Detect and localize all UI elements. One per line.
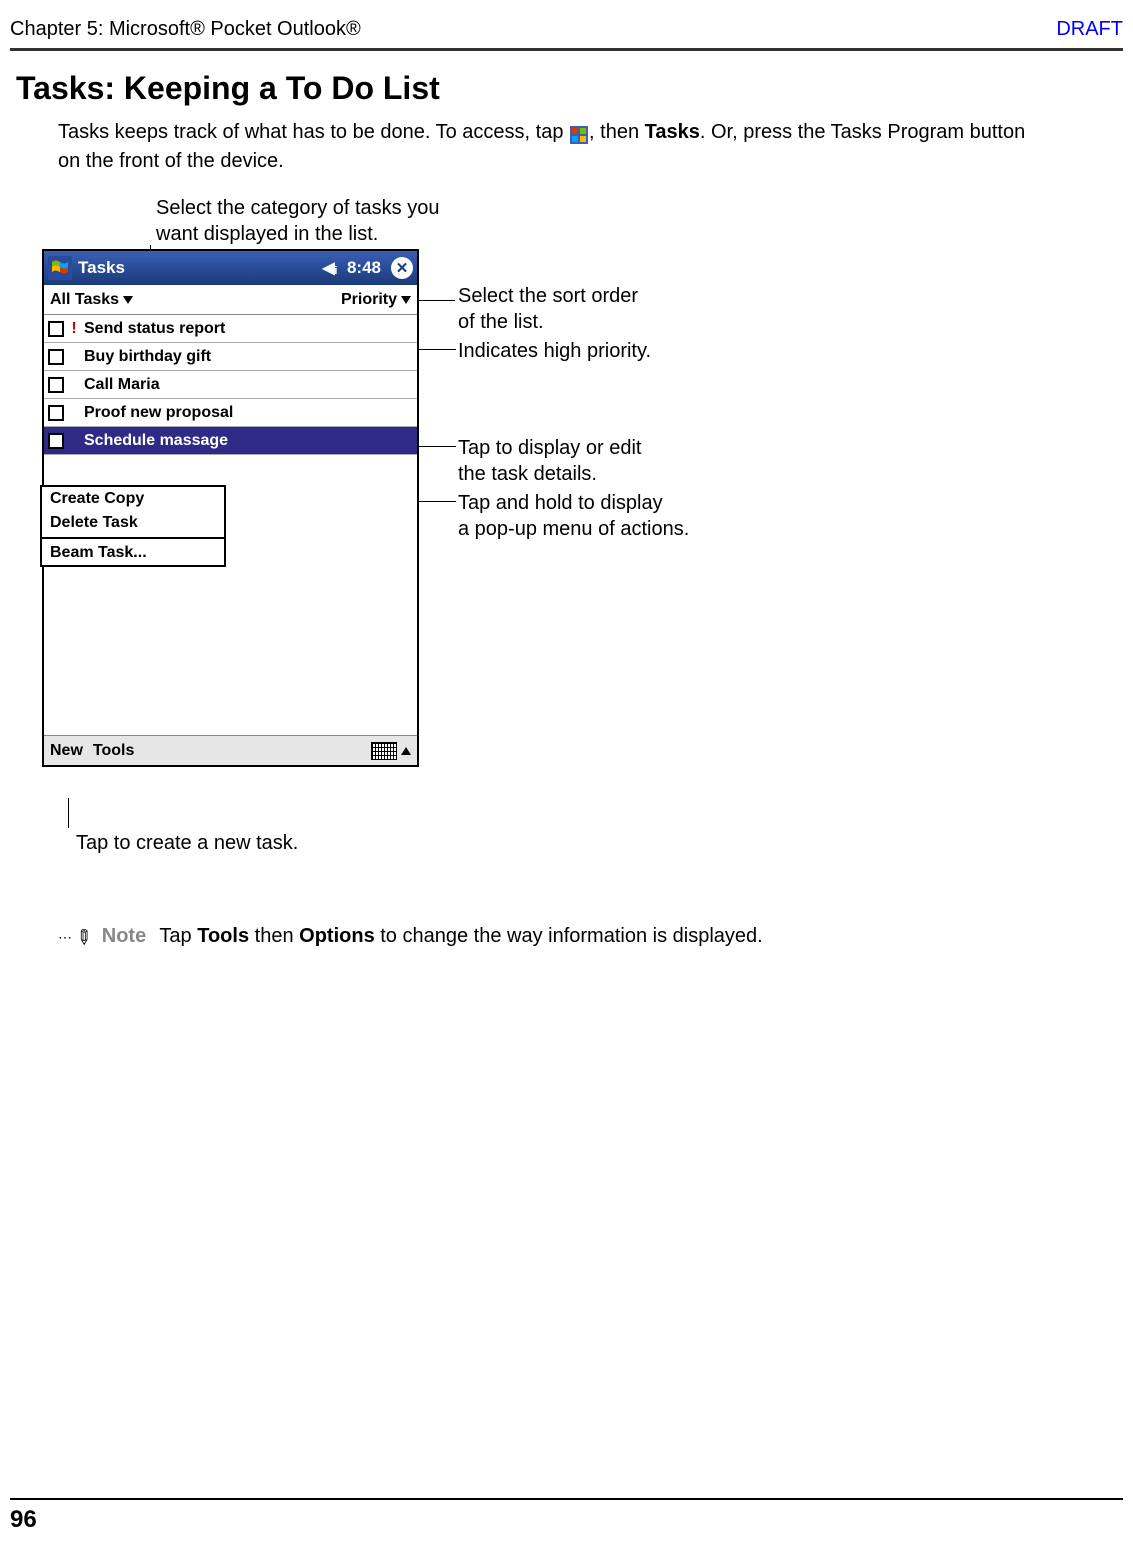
filter-bar: All Tasks Priority <box>44 285 417 315</box>
chapter-text: Chapter 5: Microsoft® Pocket Outlook® <box>10 18 361 40</box>
checkbox[interactable] <box>48 433 64 449</box>
callout-edit-l2: the task details. <box>458 463 597 485</box>
task-row[interactable]: ! Send status report <box>44 315 417 343</box>
start-flag-icon[interactable] <box>48 256 72 280</box>
tools-button[interactable]: Tools <box>93 742 134 760</box>
context-create-copy[interactable]: Create Copy <box>42 487 224 511</box>
note-options-bold: Options <box>299 925 375 947</box>
context-beam-task[interactable]: Beam Task... <box>42 541 224 565</box>
callout-sort-l2: of the list. <box>458 311 544 333</box>
callout-category: Select the category of tasks you want di… <box>156 195 446 247</box>
task-row[interactable]: Proof new proposal <box>44 399 417 427</box>
chevron-down-icon <box>401 296 411 304</box>
callout-line <box>68 798 69 828</box>
note-text-3: to change the way information is display… <box>375 925 763 947</box>
device-titlebar: Tasks ◀ᵢ 8:48 ✕ <box>44 251 417 285</box>
callout-sort: Select the sort order of the list. <box>458 283 638 335</box>
sort-filter-label: Priority <box>341 291 397 309</box>
app-title: Tasks <box>78 258 125 278</box>
task-row[interactable]: Buy birthday gift <box>44 343 417 371</box>
callout-popup-l1: Tap and hold to display <box>458 492 663 514</box>
task-label: Buy birthday gift <box>84 348 211 366</box>
category-filter-label: All Tasks <box>50 291 119 309</box>
checkbox[interactable] <box>48 405 64 421</box>
task-list: ! Send status report Buy birthday gift C… <box>44 315 417 735</box>
start-menu-icon <box>570 124 588 142</box>
close-icon[interactable]: ✕ <box>391 257 413 279</box>
task-label: Call Maria <box>84 376 160 394</box>
chevron-up-icon[interactable] <box>401 747 411 755</box>
context-delete-task[interactable]: Delete Task <box>42 511 224 535</box>
callout-sort-l1: Select the sort order <box>458 285 638 307</box>
chevron-down-icon <box>123 296 133 304</box>
device-command-bar: New Tools <box>44 735 417 765</box>
task-row-selected[interactable]: Schedule massage <box>44 427 417 455</box>
note-label: Note <box>102 925 146 947</box>
header-divider <box>10 48 1123 51</box>
task-row[interactable]: Call Maria <box>44 371 417 399</box>
task-label: Send status report <box>84 320 225 338</box>
menu-divider <box>42 537 224 539</box>
note-icon: ⋯✎ <box>58 925 92 950</box>
context-menu: Create Copy Delete Task Beam Task... <box>40 485 226 567</box>
task-label: Proof new proposal <box>84 404 233 422</box>
intro-text-2: , then <box>589 121 645 143</box>
page-number: 96 <box>10 1506 37 1534</box>
sort-filter[interactable]: Priority <box>341 291 411 309</box>
callout-popup: Tap and hold to display a pop-up menu of… <box>458 490 689 542</box>
priority-icon: ! <box>70 320 78 338</box>
checkbox[interactable] <box>48 349 64 365</box>
callout-edit: Tap to display or edit the task details. <box>458 435 641 487</box>
section-heading: Tasks: Keeping a To Do List <box>16 70 440 107</box>
callout-popup-l2: a pop-up menu of actions. <box>458 518 689 540</box>
note-section: ⋯✎ Note Tap Tools then Options to change… <box>58 925 1033 950</box>
note-text-1: Tap <box>159 925 197 947</box>
footer-divider <box>10 1498 1123 1500</box>
checkbox[interactable] <box>48 377 64 393</box>
callout-priority: Indicates high priority. <box>458 338 651 364</box>
intro-paragraph: Tasks keeps track of what has to be done… <box>58 118 1033 176</box>
clock[interactable]: 8:48 <box>347 258 381 278</box>
tasks-bold: Tasks <box>645 121 700 143</box>
category-filter[interactable]: All Tasks <box>50 291 133 309</box>
new-button[interactable]: New <box>50 742 83 760</box>
callout-edit-l1: Tap to display or edit <box>458 437 641 459</box>
device-screenshot: Tasks ◀ᵢ 8:48 ✕ All Tasks Priority ! Sen… <box>42 249 419 767</box>
callout-new: Tap to create a new task. <box>76 830 298 856</box>
speaker-icon[interactable]: ◀ᵢ <box>322 258 337 278</box>
task-label: Schedule massage <box>84 432 228 450</box>
chapter-title: Chapter 5: Microsoft® Pocket Outlook® <box>10 18 361 41</box>
note-tools-bold: Tools <box>197 925 249 947</box>
keyboard-icon[interactable] <box>371 742 397 760</box>
draft-watermark: DRAFT <box>1056 18 1123 41</box>
page-header: Chapter 5: Microsoft® Pocket Outlook® DR… <box>10 18 1123 41</box>
checkbox[interactable] <box>48 321 64 337</box>
intro-text-1: Tasks keeps track of what has to be done… <box>58 121 569 143</box>
note-text-2: then <box>249 925 299 947</box>
